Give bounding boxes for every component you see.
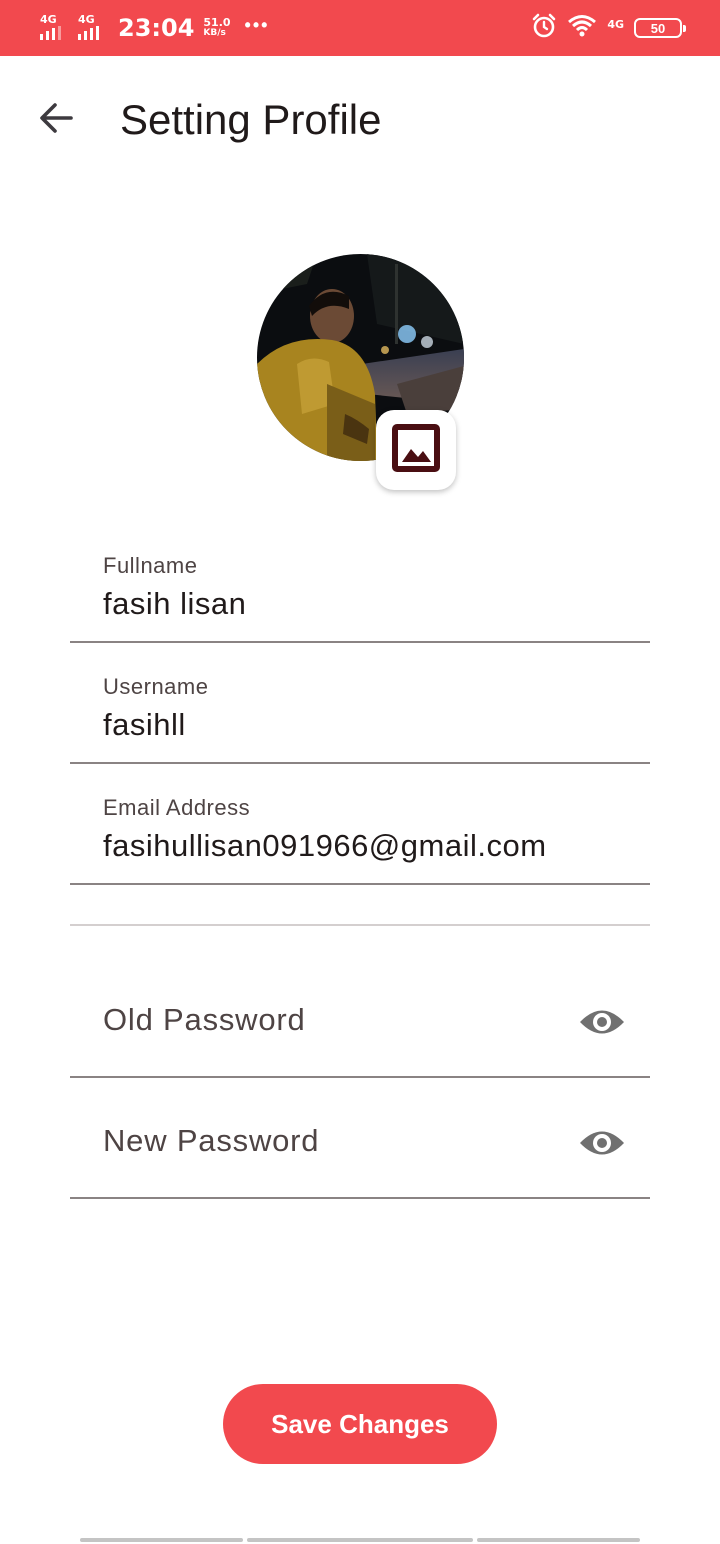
arrow-back-icon <box>38 102 74 139</box>
new-password-field[interactable]: New Password <box>70 1097 650 1199</box>
network-speed: 51.0 KB/s <box>203 17 230 39</box>
back-button[interactable] <box>36 98 76 142</box>
page-title: Setting Profile <box>120 96 382 143</box>
network-speed-value: 51.0 <box>203 16 231 29</box>
signal-icon: 4G <box>78 14 110 42</box>
wifi-icon <box>567 14 597 43</box>
battery-level: 50 <box>650 20 666 36</box>
new-password-input[interactable]: New Password <box>103 1123 319 1159</box>
change-photo-button[interactable] <box>376 410 456 490</box>
eye-icon[interactable] <box>578 998 626 1046</box>
sim1-label: 4G <box>40 13 57 26</box>
old-password-field[interactable]: Old Password <box>70 976 650 1078</box>
fullname-label: Fullname <box>103 553 198 578</box>
network-type: 4G <box>607 17 624 31</box>
nav-handle-center[interactable] <box>247 1538 473 1542</box>
save-changes-button[interactable]: Save Changes <box>223 1384 497 1464</box>
email-label: Email Address <box>103 795 251 820</box>
email-input[interactable]: fasihullisan091966@gmail.com <box>103 828 547 864</box>
sim2-label: 4G <box>78 13 95 26</box>
nav-handle-right[interactable] <box>477 1538 640 1542</box>
more-notifications: ••• <box>244 14 270 35</box>
email-field[interactable]: Email Address fasihullisan091966@gmail.c… <box>70 782 650 885</box>
status-bar: 4G 4G 23:04 51.0 KB/s ••• 4G 50 <box>0 0 720 56</box>
battery-icon: 50 <box>634 18 686 38</box>
status-time: 23:04 <box>118 14 195 42</box>
status-right: 4G 50 <box>531 13 686 44</box>
username-input[interactable]: fasihll <box>103 707 186 743</box>
image-icon <box>391 423 441 478</box>
alarm-icon <box>531 13 557 44</box>
old-password-input[interactable]: Old Password <box>103 1002 306 1038</box>
username-label: Username <box>103 674 209 699</box>
network-speed-unit: KB/s <box>203 28 226 38</box>
username-field[interactable]: Username fasihll <box>70 661 650 764</box>
fullname-field[interactable]: Fullname fasih lisan <box>70 540 650 643</box>
fullname-input[interactable]: fasih lisan <box>103 586 246 622</box>
status-left: 4G 4G 23:04 51.0 KB/s ••• <box>40 12 269 44</box>
section-divider <box>70 924 650 926</box>
eye-icon[interactable] <box>578 1119 626 1167</box>
signal-icon: 4G <box>40 14 72 42</box>
nav-handle-left[interactable] <box>80 1538 243 1542</box>
